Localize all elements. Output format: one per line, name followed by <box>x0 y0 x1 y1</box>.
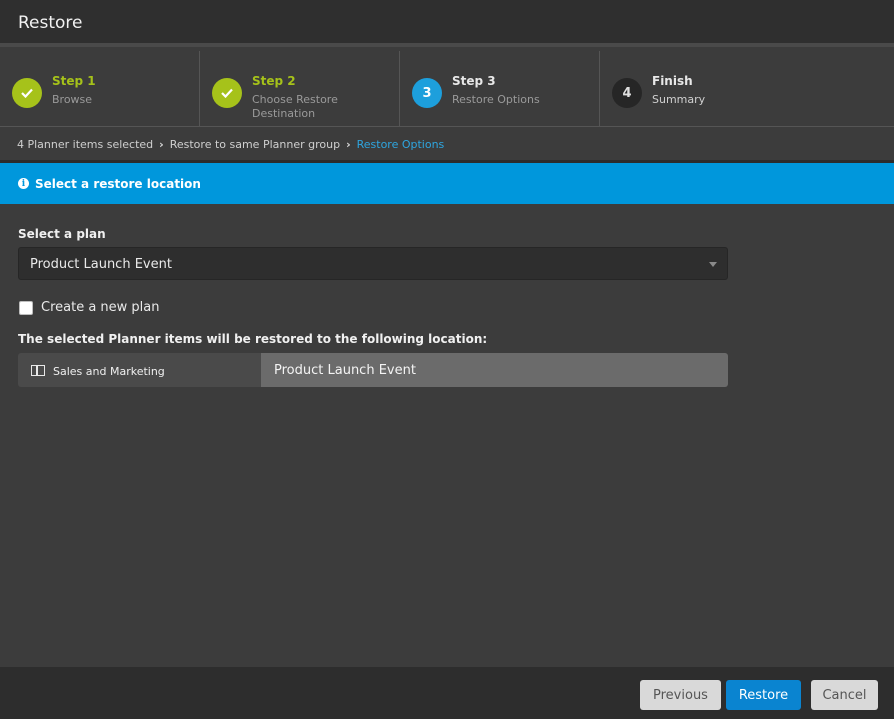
step-title: Finish <box>652 74 693 88</box>
destination-group-name: Sales and Marketing <box>53 365 165 378</box>
destination-plan-name: Product Launch Event <box>274 362 416 378</box>
step-number: 3 <box>412 78 442 108</box>
new-plan-checkbox[interactable] <box>19 300 33 315</box>
book-icon <box>31 364 45 376</box>
step-title: Step 3 <box>452 74 496 88</box>
step-title: Step 1 <box>52 74 96 88</box>
check-icon <box>212 78 242 108</box>
step-subtitle: Choose Restore Destination <box>252 93 338 120</box>
step-1: Step 1 Browse <box>0 51 200 126</box>
breadcrumb-current: Restore Options <box>356 138 445 151</box>
step-finish: 4 Finish Summary <box>600 51 894 126</box>
breadcrumb-item: 4 Planner items selected <box>17 138 154 151</box>
restore-button[interactable]: Restore <box>726 680 801 710</box>
chevron-right-icon: › <box>159 138 164 151</box>
step-subtitle: Restore Options <box>452 93 540 106</box>
breadcrumb: 4 Planner items selected › Restore to sa… <box>17 138 444 151</box>
info-banner: i Select a restore location <box>0 163 894 204</box>
chevron-down-icon <box>709 262 717 267</box>
title-bar: Restore <box>0 0 894 47</box>
cancel-button[interactable]: Cancel <box>811 680 878 710</box>
step-subtitle: Summary <box>652 93 706 106</box>
previous-button[interactable]: Previous <box>640 680 721 710</box>
wizard-steps: Step 1 Browse Step 2 Choose Restore Dest… <box>0 51 894 127</box>
destination-label: The selected Planner items will be resto… <box>18 332 488 346</box>
new-plan-label: Create a new plan <box>41 300 160 315</box>
step-subtitle: Browse <box>52 93 93 106</box>
check-icon <box>12 78 42 108</box>
plan-select[interactable]: Product Launch Event <box>18 247 728 280</box>
info-text: Select a restore location <box>35 176 201 191</box>
window-title: Restore <box>18 13 83 33</box>
chevron-right-icon: › <box>346 138 351 151</box>
plan-label: Select a plan <box>18 227 106 241</box>
step-2: Step 2 Choose Restore Destination <box>200 51 400 126</box>
step-number: 4 <box>612 78 642 108</box>
plan-select-value: Product Launch Event <box>30 257 172 272</box>
destination-plan: Product Launch Event <box>261 353 728 387</box>
destination-group: Sales and Marketing <box>18 353 261 387</box>
footer: Previous Restore Cancel <box>0 667 894 719</box>
step-title: Step 2 <box>252 74 296 88</box>
step-3: 3 Step 3 Restore Options <box>400 51 600 126</box>
breadcrumb-item: Restore to same Planner group <box>169 138 341 151</box>
info-icon: i <box>18 178 29 189</box>
new-plan-row: Create a new plan <box>19 300 160 315</box>
destination-location: Sales and Marketing Product Launch Event <box>18 353 728 387</box>
